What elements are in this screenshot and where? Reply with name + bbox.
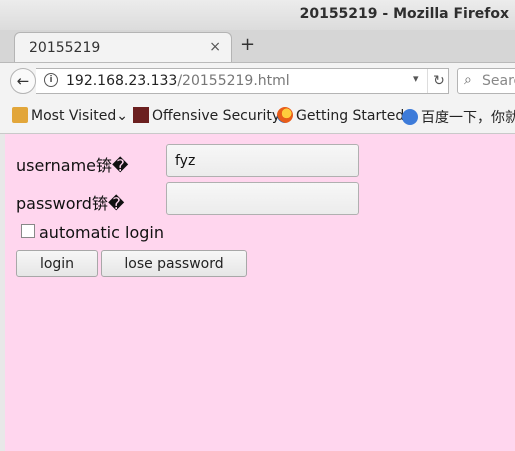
chevron-down-icon[interactable]: ▾	[413, 72, 419, 85]
navigation-bar: ← i 192.168.23.133/20155219.html ▾ ↻ ⌕ S…	[0, 63, 515, 99]
reload-icon[interactable]: ↻	[427, 69, 450, 93]
tab-strip: 20155219 × +	[0, 30, 515, 63]
plus-icon[interactable]: +	[240, 35, 255, 55]
password-label: password锛�	[16, 194, 125, 213]
bookmarks-toolbar: Most Visited⌄ Offensive Security Getting…	[0, 99, 515, 134]
search-icon: ⌕	[464, 72, 472, 88]
bookmark-baidu[interactable]: 百度一下，你就	[402, 107, 515, 127]
bookmark-label: Most Visited	[31, 108, 117, 124]
username-field[interactable]	[166, 144, 359, 177]
tab-active[interactable]: 20155219 ×	[14, 32, 232, 62]
bookmark-label: Getting Started	[296, 108, 405, 124]
login-button[interactable]: login	[16, 250, 98, 277]
close-icon[interactable]: ×	[209, 39, 221, 55]
tab-label: 20155219	[29, 40, 101, 56]
lose-password-button[interactable]: lose password	[101, 250, 247, 277]
url-text[interactable]: 192.168.23.133/20155219.html	[66, 73, 290, 89]
username-label: username锛�	[16, 156, 129, 175]
offensive-security-icon	[133, 107, 149, 123]
automatic-login-label[interactable]: automatic login	[39, 223, 164, 242]
url-path: /20155219.html	[177, 73, 290, 89]
automatic-login-checkbox[interactable]	[21, 224, 35, 238]
chevron-down-icon: ⌄	[116, 108, 128, 124]
info-icon[interactable]: i	[44, 73, 58, 87]
back-arrow-icon[interactable]: ←	[10, 68, 36, 94]
password-field[interactable]	[166, 182, 359, 215]
bookmark-offensive-security[interactable]: Offensive Security	[133, 107, 280, 124]
bookmark-label: Offensive Security	[152, 108, 281, 124]
bookmark-label: 百度一下，你就	[421, 110, 515, 126]
baidu-icon	[402, 109, 418, 125]
url-bar[interactable]: i 192.168.23.133/20155219.html ▾ ↻	[36, 68, 449, 94]
firefox-icon	[277, 107, 293, 123]
url-host: 192.168.23.133	[66, 73, 178, 89]
bookmark-most-visited[interactable]: Most Visited⌄	[12, 107, 128, 124]
bookmark-getting-started[interactable]: Getting Started	[277, 107, 404, 124]
window-title: 20155219 - Mozilla Firefox	[299, 6, 509, 22]
search-placeholder: Searc	[482, 73, 515, 89]
window-titlebar: 20155219 - Mozilla Firefox	[0, 0, 515, 30]
search-input[interactable]: ⌕ Searc	[457, 68, 515, 94]
page-content: username锛� password锛� automatic login lo…	[5, 134, 515, 451]
folder-icon	[12, 107, 28, 123]
